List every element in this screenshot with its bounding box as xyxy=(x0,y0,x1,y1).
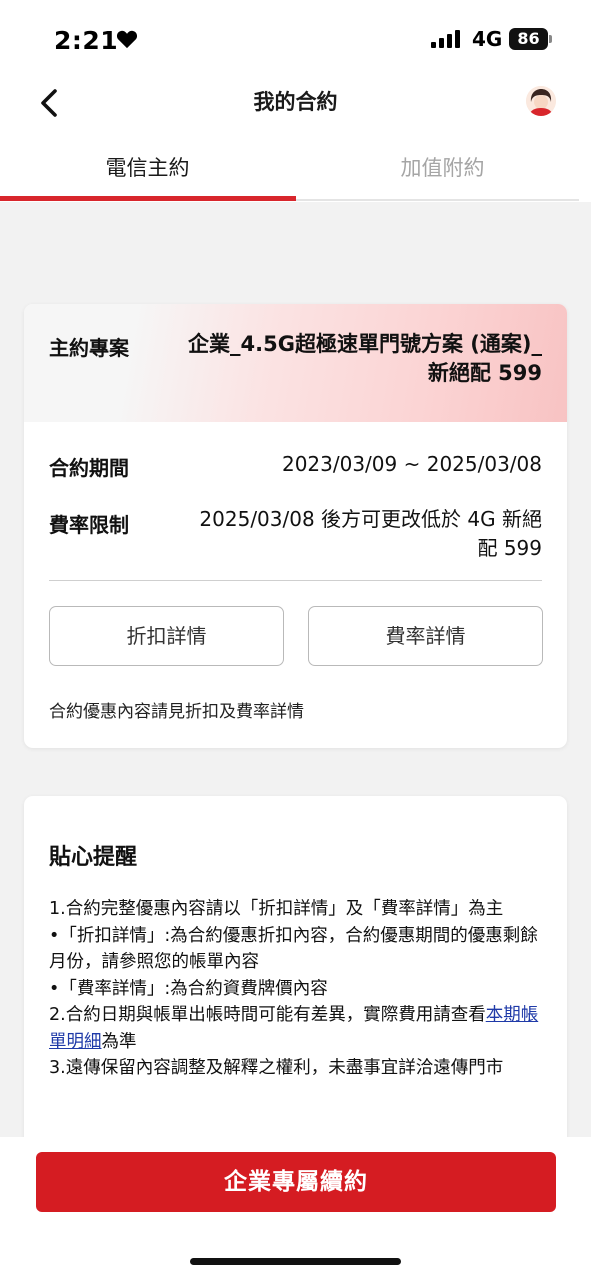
reminder-card: 貼心提醒 1.合約完整優惠內容請以「折扣詳情」及「費率詳情」為主 •「折扣詳情」… xyxy=(24,796,567,1156)
battery-level: 86 xyxy=(517,29,540,48)
reminder-text: 2.合約日期與帳單出帳時間可能有差異，實際費用請查看 xyxy=(49,1005,486,1025)
contract-card: 主約專案 企業_4.5G超極速單門號方案 (通案)_新絕配 599 合約期間 2… xyxy=(24,304,567,748)
reminder-line: •「費率詳情」:為合約資費牌價內容 xyxy=(49,978,328,999)
active-tab-indicator xyxy=(0,196,296,201)
divider xyxy=(49,580,542,581)
status-time: 2:21 xyxy=(54,26,119,55)
rate-limit-value: 2025/03/08 後方可更改低於 4G 新絕配 599 xyxy=(199,507,542,560)
reminder-line: 1.合約完整優惠內容請以「折扣詳情」及「費率詳情」為主 xyxy=(49,899,504,919)
period-value: 2023/03/09 ~ 2025/03/08 xyxy=(281,452,542,476)
avatar-icon xyxy=(526,86,556,116)
signal-icon xyxy=(431,30,463,48)
reminder-body: 1.合約完整優惠內容請以「折扣詳情」及「費率詳情」為主 •「折扣詳情」:為合約優… xyxy=(49,896,539,1082)
period-label: 合約期間 xyxy=(49,456,129,480)
page-title: 我的合約 xyxy=(253,90,338,114)
tab-telecom-main[interactable]: 電信主約 xyxy=(0,140,295,200)
enterprise-renewal-button[interactable]: 企業專屬續約 xyxy=(36,1152,556,1212)
tab-value-added[interactable]: 加值附約 xyxy=(295,140,590,200)
reminder-line: •「折扣詳情」:為合約優惠折扣內容，合約優惠期間的優惠剩餘月份，請參照您的帳單內… xyxy=(49,925,538,973)
tab-divider xyxy=(296,199,579,201)
plan-value: 企業_4.5G超極速單門號方案 (通案)_新絕配 599 xyxy=(188,332,542,385)
reminder-line: 2.合約日期與帳單出帳時間可能有差異，實際費用請查看本期帳單明細為準 xyxy=(49,1002,539,1055)
reminder-text: 為準 xyxy=(101,1031,137,1052)
battery-icon: 86 xyxy=(509,28,548,50)
status-bar: 2:21 4G 86 xyxy=(0,0,591,78)
heart-icon xyxy=(116,30,138,49)
avatar[interactable] xyxy=(526,86,556,116)
rate-limit-label: 費率限制 xyxy=(49,513,129,537)
discount-details-button[interactable]: 折扣詳情 xyxy=(49,606,284,666)
rate-details-button[interactable]: 費率詳情 xyxy=(308,606,543,666)
contract-note: 合約優惠內容請見折扣及費率詳情 xyxy=(49,702,304,722)
plan-label: 主約專案 xyxy=(49,336,129,360)
home-indicator xyxy=(190,1258,401,1265)
network-label: 4G xyxy=(472,27,503,51)
reminder-line: 3.遠傳保留內容調整及解釋之權利，未盡事宜詳洽遠傳門市 xyxy=(49,1058,504,1078)
tab-bar: 電信主約 加值附約 xyxy=(0,140,591,202)
reminder-title: 貼心提醒 xyxy=(49,845,138,870)
battery-cap xyxy=(549,35,552,43)
